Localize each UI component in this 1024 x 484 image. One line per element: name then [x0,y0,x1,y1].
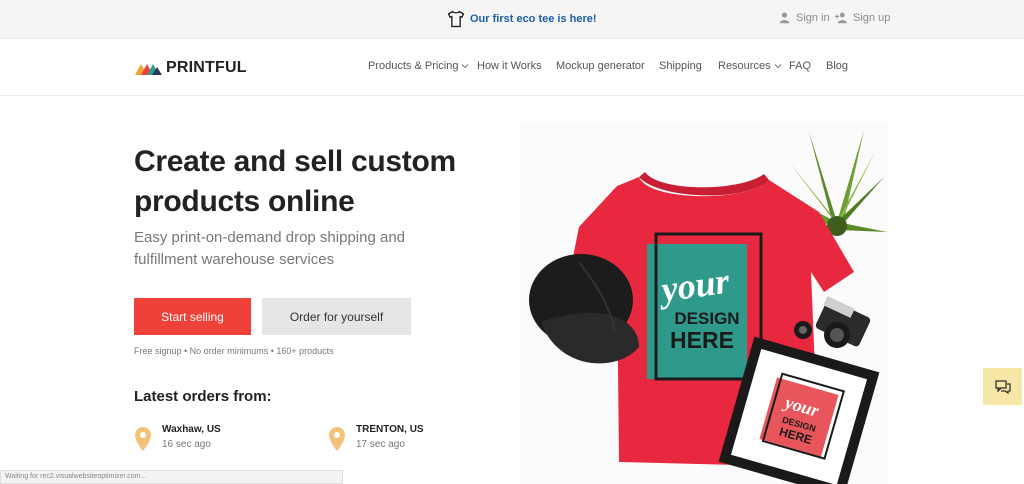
chevron-down-icon [774,64,781,69]
nav-faq-label: FAQ [789,60,812,72]
latest-order-item: Waxhaw, US 16 sec ago [134,424,221,452]
nav-shipping[interactable]: Shipping [659,60,702,72]
chat-widget-button[interactable] [983,368,1022,405]
nav-shipping-label: Shipping [659,60,702,72]
hero-perks: Free signup • No order minimums • 160+ p… [134,346,334,356]
add-user-icon [835,12,847,24]
sign-in-link[interactable]: Sign in [778,11,830,24]
location-pin-icon [135,427,151,451]
nav-how-it-works[interactable]: How it Works [477,60,542,72]
nav-faq[interactable]: FAQ [789,60,811,72]
nav-mockup-generator-label: Mockup generator [556,60,645,72]
sign-in-label: Sign in [796,11,830,24]
logo-wordmark: PRINTFUL [166,59,247,76]
user-icon [779,12,790,24]
hero-headline: Create and sell custom products online [134,145,456,218]
main-nav: PRINTFUL Products & Pricing How it Works… [0,40,1024,96]
order-city: TRENTON, US [356,424,424,435]
printful-logo[interactable]: PRINTFUL [135,59,247,77]
order-time: 17 sec ago [356,439,405,450]
shirt-design-line3: HERE [670,327,734,353]
location-pin-icon [329,427,345,451]
nav-blog-label: Blog [826,60,849,72]
order-city: Waxhaw, US [162,424,221,435]
tshirt-icon [447,10,465,28]
shirt-design-line2: DESIGN [674,309,739,328]
announcement-bar: Our first eco tee is here! Sign in Sign … [0,0,1024,39]
nav-products-pricing-label: Products & Pricing [368,60,459,72]
chevron-down-icon [462,64,469,69]
hero-illustration: your DESIGN HERE your DESIGN HERE [529,130,887,484]
hero-product-image: your DESIGN HERE your DESIGN HERE [519,122,888,484]
nav-resources[interactable]: Resources [718,60,782,72]
latest-orders-title: Latest orders from: [134,388,272,405]
announcement-text: Our first eco tee is here! [470,13,597,25]
nav-how-it-works-label: How it Works [477,60,542,72]
announcement-link[interactable]: Our first eco tee is here! [446,9,597,29]
chat-icon [994,379,1011,394]
nav-resources-label: Resources [718,60,771,72]
latest-order-item: TRENTON, US 17 sec ago [328,424,424,452]
hero-subheading: Easy print-on-demand drop shipping and f… [134,229,406,268]
nav-products-pricing[interactable]: Products & Pricing [368,60,469,72]
logo-mark-icon [135,64,162,75]
nav-mockup-generator[interactable]: Mockup generator [556,60,645,72]
order-time: 16 sec ago [162,439,211,450]
sign-up-label: Sign up [853,11,891,24]
nav-blog[interactable]: Blog [826,60,848,72]
order-for-yourself-button[interactable]: Order for yourself [262,298,411,335]
sign-up-link[interactable]: Sign up [835,11,890,24]
start-selling-button[interactable]: Start selling [134,298,251,335]
browser-status-bar: Waiting for rec2.visualwebsiteoptimizer.… [0,470,343,484]
